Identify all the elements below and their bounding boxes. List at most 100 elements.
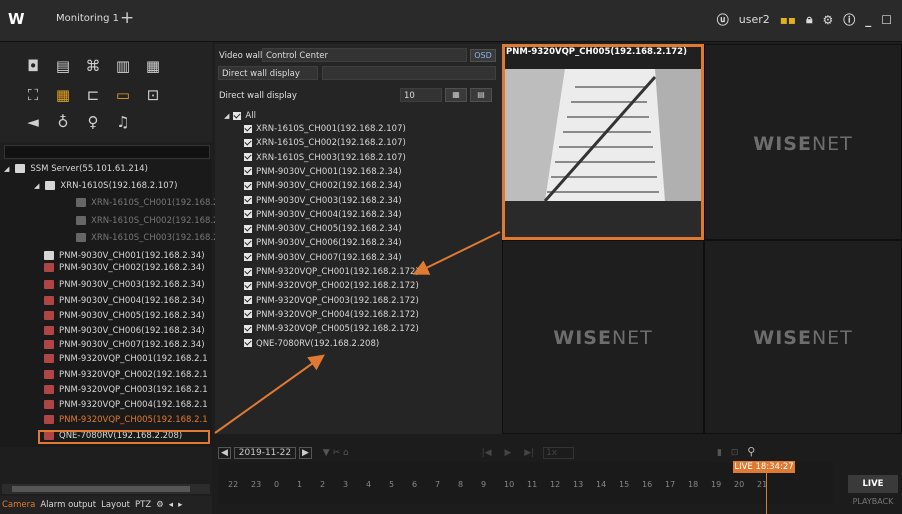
playback-button[interactable]: PLAYBACK xyxy=(848,495,898,509)
minimize-icon[interactable]: _ xyxy=(865,13,871,27)
user-icon[interactable]: ⓤ xyxy=(717,11,729,28)
add-tab-button[interactable]: + xyxy=(120,8,134,28)
print-icon[interactable]: ▤ xyxy=(52,56,74,76)
mute-icon[interactable]: ◄ xyxy=(22,112,44,132)
tab-alarm-output[interactable]: Alarm output xyxy=(40,500,96,510)
tab-layout[interactable]: Layout xyxy=(101,500,130,510)
checklist-item[interactable]: PNM-9030V_CH006(192.168.2.34) xyxy=(244,237,402,250)
checkbox[interactable] xyxy=(233,111,242,120)
bookmark-icon[interactable]: ✂ xyxy=(333,448,341,458)
checkbox[interactable] xyxy=(244,324,252,333)
checklist-item[interactable]: XRN-1610S_CH003(192.168.2.107) xyxy=(244,152,406,165)
checkbox[interactable] xyxy=(244,196,252,204)
tree-item[interactable]: XRN-1610S_CH002(192.168.2.10 xyxy=(76,215,232,228)
check-all[interactable]: ◢ All xyxy=(224,110,256,123)
expand-icon[interactable]: ◢ xyxy=(224,112,229,120)
secondary-select[interactable] xyxy=(322,66,496,80)
tree-item[interactable]: ◢ XRN-1610S(192.168.2.107) xyxy=(34,180,177,193)
fullscreen-icon[interactable]: ⛶ xyxy=(22,85,44,105)
tree-item[interactable]: PNM-9030V_CH004(192.168.2.34) xyxy=(44,295,205,308)
checklist-item[interactable]: PNM-9320VQP_CH005(192.168.2.172) xyxy=(244,323,419,336)
tree-item[interactable]: ◢ SSM Server(55.101.61.214) xyxy=(4,163,148,176)
device-search-input[interactable] xyxy=(4,145,210,159)
live-video-tile[interactable] xyxy=(502,44,704,240)
tree-item[interactable]: PNM-9030V_CH003(192.168.2.34) xyxy=(44,279,205,292)
tree-item[interactable]: PNM-9320VQP_CH001(192.168.2.1 xyxy=(44,353,208,366)
scroll-left-icon[interactable]: ◂ xyxy=(169,500,173,510)
tree-item[interactable]: PNM-9030V_CH005(192.168.2.34) xyxy=(44,310,205,323)
tab-ptz[interactable]: PTZ xyxy=(135,500,151,510)
display-mode-select[interactable]: Direct wall display xyxy=(218,66,318,80)
next-date-icon[interactable]: ▶ xyxy=(298,447,312,459)
export-clip-icon[interactable]: ⊡ xyxy=(731,448,739,458)
gear-icon[interactable]: ⚙ xyxy=(156,500,164,510)
talk-icon[interactable]: ♫ xyxy=(112,112,134,132)
tree-item[interactable]: PNM-9030V_CH007(192.168.2.34) xyxy=(44,339,205,352)
info-icon[interactable]: ⓘ xyxy=(843,11,855,28)
event-icon[interactable]: ⌂ xyxy=(343,448,349,458)
tree-item[interactable]: PNM-9320VQP_CH005(192.168.2.1 xyxy=(44,414,208,427)
checklist-item[interactable]: PNM-9030V_CH002(192.168.2.34) xyxy=(244,180,402,193)
tree-item[interactable]: PNM-9030V_CH006(192.168.2.34) xyxy=(44,325,205,338)
bookmark-flag-icon[interactable]: ▮ xyxy=(717,448,722,458)
checkbox[interactable] xyxy=(244,281,252,290)
layout-icon[interactable]: ▦ xyxy=(52,85,74,105)
export-icon[interactable]: ▦ xyxy=(142,56,164,76)
skip-back-icon[interactable]: |◀ xyxy=(482,448,492,458)
live-button[interactable]: LIVE xyxy=(848,475,898,493)
filter-icon[interactable]: ▼ xyxy=(323,448,330,458)
checkbox[interactable] xyxy=(244,124,252,133)
tree-item[interactable]: PNM-9320VQP_CH004(192.168.2.1 xyxy=(44,399,208,412)
tree-item[interactable]: PNM-9320VQP_CH003(192.168.2.1 xyxy=(44,384,208,397)
audio-icon[interactable]: ▥ xyxy=(112,56,134,76)
camera-icon[interactable]: ◘ xyxy=(22,56,44,76)
gear-icon[interactable]: ⚙ xyxy=(822,13,833,27)
mic-icon[interactable]: ♁ xyxy=(52,112,74,132)
video-wall-select[interactable]: Control Center xyxy=(262,48,467,62)
play-icon[interactable]: ▶ xyxy=(504,448,511,458)
screen-icon[interactable]: ▭ xyxy=(112,85,134,105)
checklist-item[interactable]: PNM-9030V_CH003(192.168.2.34) xyxy=(244,195,402,208)
speed-select[interactable]: 1x xyxy=(543,447,575,459)
checkbox[interactable] xyxy=(244,153,252,162)
tree-item[interactable]: PNM-9320VQP_CH002(192.168.2.1 xyxy=(44,369,208,382)
grid-view-icon[interactable]: ▦ xyxy=(445,88,467,102)
checklist-item[interactable]: PNM-9030V_CH005(192.168.2.34) xyxy=(244,223,402,236)
list-view-icon[interactable]: ▤ xyxy=(470,88,492,102)
checklist-item[interactable]: PNM-9320VQP_CH002(192.168.2.172) xyxy=(244,280,419,293)
maximize-icon[interactable]: ☐ xyxy=(881,13,892,27)
expand-icon[interactable]: ◢ xyxy=(4,165,9,173)
count-select[interactable]: 10 xyxy=(400,88,442,102)
osd-button[interactable]: OSD xyxy=(470,49,496,62)
checklist-item[interactable]: QNE-7080RV(192.168.2.208) xyxy=(244,338,379,351)
tab-monitoring[interactable]: Monitoring 1 xyxy=(56,13,119,24)
checkbox[interactable] xyxy=(244,253,252,262)
date-value[interactable]: 2019-11-22 xyxy=(233,447,297,459)
username[interactable]: user2 xyxy=(739,13,770,26)
video-tile[interactable]: WISENET xyxy=(704,44,902,240)
tree-item[interactable]: XRN-1610S_CH001(192.168.2.10 xyxy=(76,197,232,210)
checkbox[interactable] xyxy=(244,310,252,319)
checklist-item[interactable]: PNM-9030V_CH001(192.168.2.34) xyxy=(244,166,402,179)
lock-icon[interactable]: 🔒︎ xyxy=(806,12,812,27)
checkbox[interactable] xyxy=(244,167,252,176)
scroll-right-icon[interactable]: ▸ xyxy=(178,500,182,510)
checklist-item[interactable]: PNM-9030V_CH007(192.168.2.34) xyxy=(244,252,402,265)
checkbox[interactable] xyxy=(244,224,252,233)
checkbox[interactable] xyxy=(244,138,252,147)
checkbox[interactable] xyxy=(244,210,252,219)
checklist-item[interactable]: PNM-9320VQP_CH004(192.168.2.172) xyxy=(244,309,419,322)
scrollbar-thumb[interactable] xyxy=(12,486,190,492)
tab-camera[interactable]: Camera xyxy=(2,500,35,510)
checkbox[interactable] xyxy=(244,339,252,347)
tree-item[interactable]: PNM-9030V_CH002(192.168.2.34) xyxy=(44,262,205,275)
sequence-icon[interactable]: ⊏ xyxy=(82,85,104,105)
prev-date-icon[interactable]: ◀ xyxy=(218,447,231,459)
mic2-icon[interactable]: ♀ xyxy=(82,112,104,132)
checkbox[interactable] xyxy=(244,238,252,247)
checklist-item[interactable]: XRN-1610S_CH001(192.168.2.107) xyxy=(244,123,406,136)
checkbox[interactable] xyxy=(244,267,252,276)
checklist-item[interactable]: XRN-1610S_CH002(192.168.2.107) xyxy=(244,137,406,150)
checklist-item[interactable]: PNM-9320VQP_CH003(192.168.2.172) xyxy=(244,295,419,308)
record-icon[interactable]: ⌘ xyxy=(82,56,104,76)
